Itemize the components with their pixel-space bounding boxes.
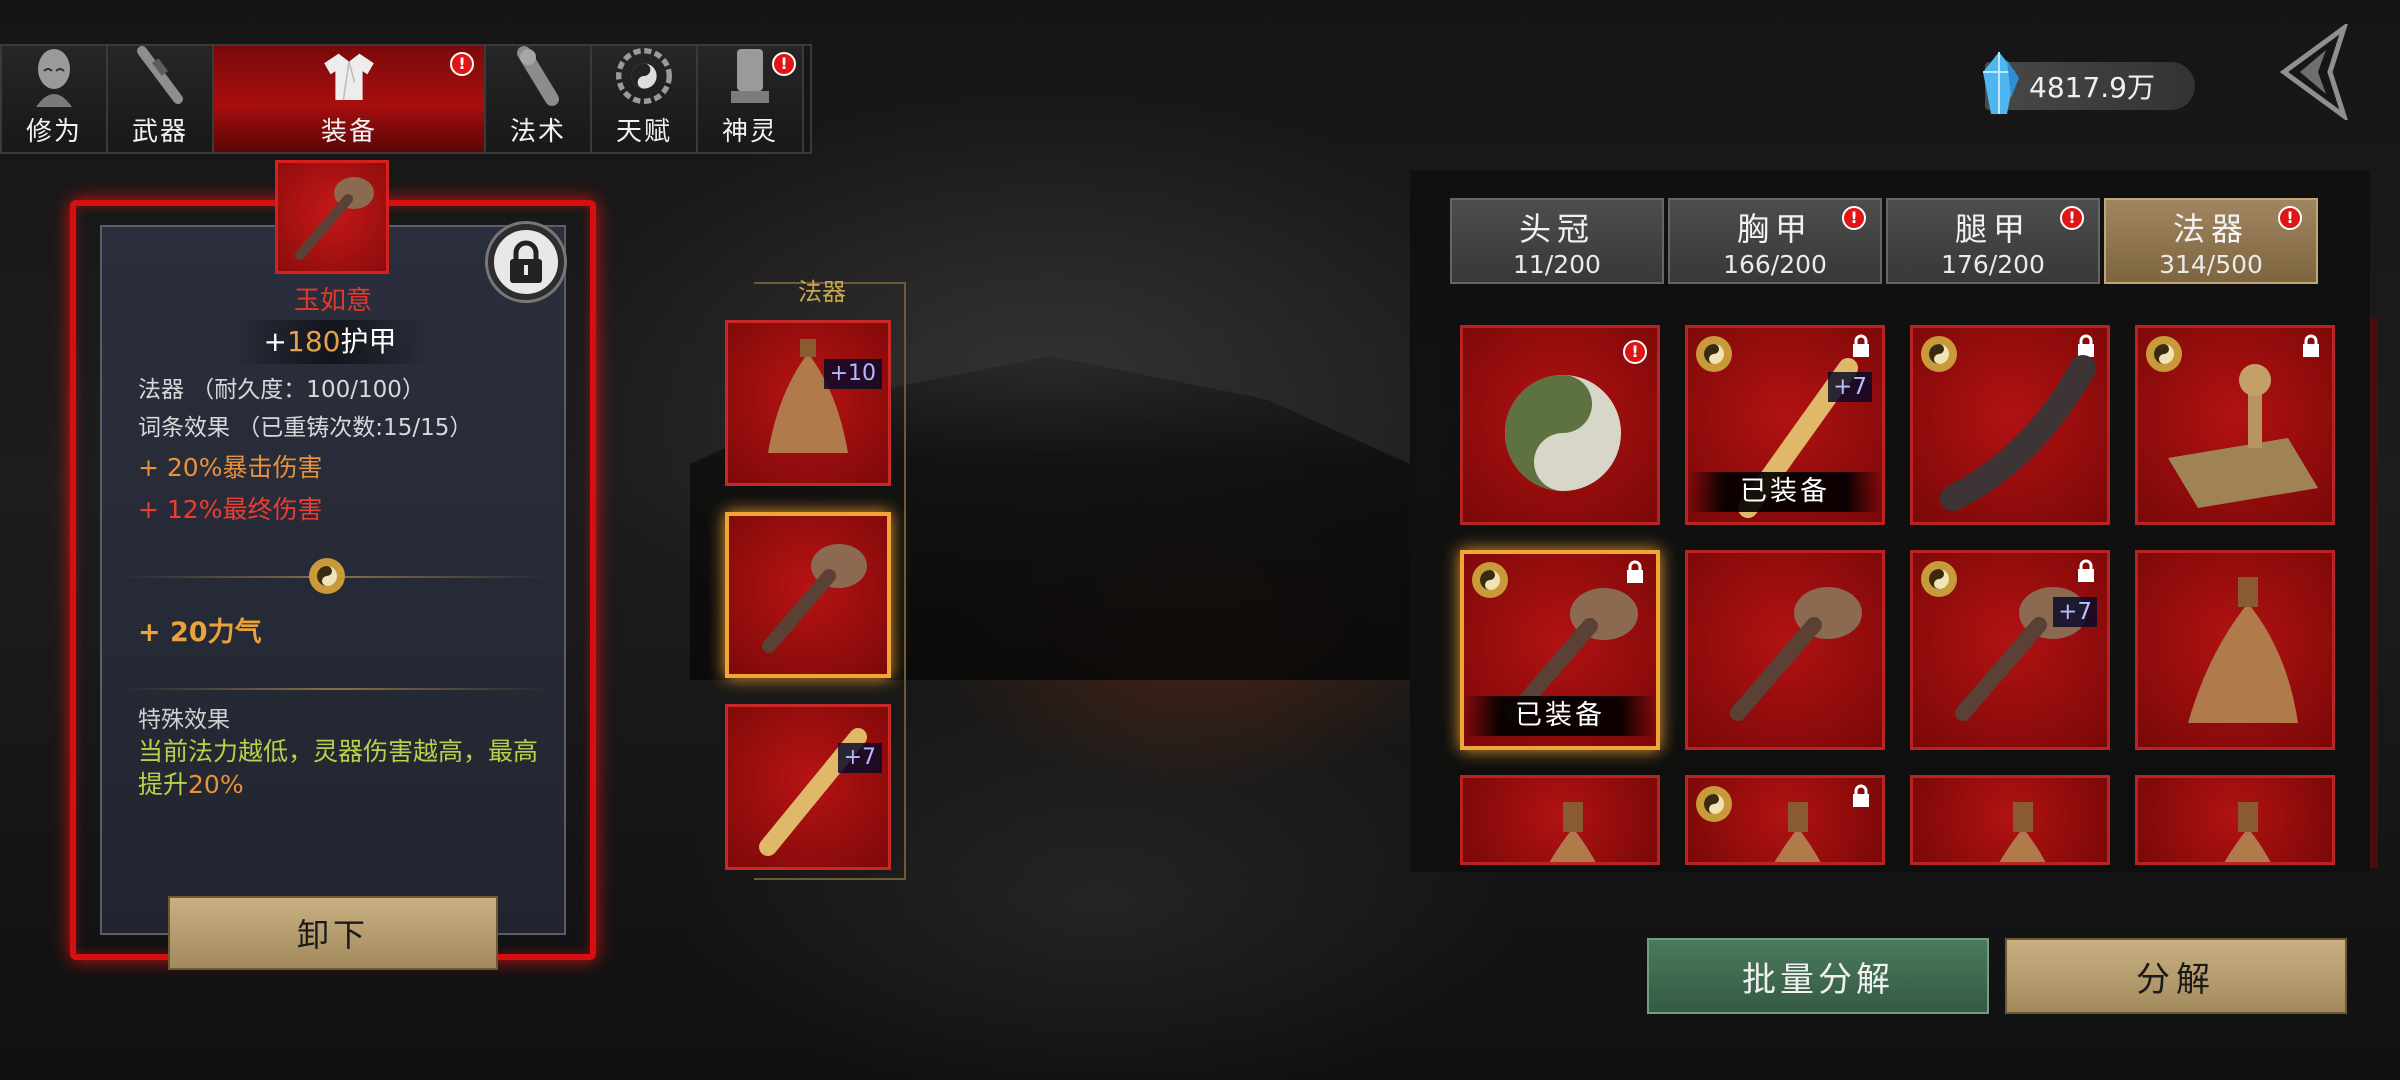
inventory-item[interactable]: +7 xyxy=(1910,550,2110,750)
tab-label: 修为 xyxy=(25,117,82,147)
special-effect-title: 特殊效果 xyxy=(138,707,230,733)
item-name: 玉如意 xyxy=(293,286,372,316)
category-tab-chest[interactable]: 胸甲 166/200 ! xyxy=(1668,198,1882,284)
divider xyxy=(120,688,550,690)
enhance-level: +10 xyxy=(823,359,882,389)
category-tab-artifact[interactable]: 法器 314/500 ! xyxy=(2104,198,2318,284)
notification-badge: ! xyxy=(2278,206,2302,230)
tab-label: 神灵 xyxy=(721,117,778,147)
category-name: 头冠 xyxy=(1518,209,1595,248)
bagua-icon xyxy=(616,45,672,107)
tab-weapon[interactable]: 武器 xyxy=(108,46,214,152)
wooden-sword-icon xyxy=(759,728,867,856)
category-name: 腿甲 xyxy=(1954,209,2031,248)
tab-label: 武器 xyxy=(131,117,188,147)
currency-display: 4817.9万 xyxy=(1983,52,2195,114)
ruyi-icon xyxy=(762,544,867,653)
item-thumbnail xyxy=(275,160,389,274)
notification-badge: ! xyxy=(1623,340,1647,364)
inventory-item[interactable]: ! xyxy=(1460,325,1660,525)
weapon-icon xyxy=(132,45,188,107)
spirit-tablet-icon xyxy=(722,45,778,107)
bell-icon xyxy=(1774,802,1821,862)
tab-cultivation[interactable]: 修为 xyxy=(2,46,108,152)
armor-value: 180 xyxy=(287,325,341,358)
enhance-level: +7 xyxy=(837,743,882,773)
ruyi-icon xyxy=(1955,587,2087,721)
seal-icon xyxy=(2168,364,2318,508)
enhance-level: +7 xyxy=(2053,597,2097,627)
inventory-item[interactable] xyxy=(2135,325,2335,525)
affix-crit-damage: + 20%暴击伤害 xyxy=(138,453,323,482)
inventory-item[interactable]: +7 已装备 xyxy=(1685,325,1885,525)
inventory-item[interactable] xyxy=(1910,775,2110,865)
inventory-item[interactable] xyxy=(2135,775,2335,865)
unequip-button[interactable]: 卸下 xyxy=(168,896,498,970)
inventory-item[interactable] xyxy=(1685,775,1885,865)
category-tab-helmet[interactable]: 头冠 11/200 xyxy=(1450,198,1664,284)
decompose-button[interactable]: 分解 xyxy=(2005,938,2347,1014)
equipped-tag: 已装备 xyxy=(1688,472,1882,512)
armor-stat: +180护甲 xyxy=(230,320,430,364)
tab-spells[interactable]: 法术 xyxy=(486,46,592,152)
special-effect-text: 当前法力越低，灵器伤害越高，最高提升20% xyxy=(138,735,538,801)
horn-icon xyxy=(1940,355,2096,511)
inventory-item[interactable] xyxy=(1685,550,1885,750)
equipped-tag: 已装备 xyxy=(1464,696,1656,736)
notification-badge: ! xyxy=(1842,206,1866,230)
tab-label: 法术 xyxy=(509,117,566,147)
currency-amount: 4817.9万 xyxy=(2029,71,2155,104)
back-icon[interactable] xyxy=(2270,24,2350,120)
taiji-coin-icon xyxy=(309,558,345,594)
ruyi-icon xyxy=(295,177,374,260)
notification-badge: ! xyxy=(2060,206,2084,230)
armor-plus: + xyxy=(263,325,287,358)
armor-label: 护甲 xyxy=(340,325,397,358)
top-tab-bar: 修为 武器 装备 ! 法术 天赋 神灵 ! xyxy=(0,44,812,154)
notification-badge: ! xyxy=(772,52,796,76)
tab-equipment[interactable]: 装备 ! xyxy=(214,46,486,152)
bell-icon xyxy=(2224,802,2271,862)
tab-label: 装备 xyxy=(320,117,377,147)
equip-slot-2[interactable] xyxy=(725,512,891,678)
notification-badge: ! xyxy=(450,52,474,76)
tab-talent[interactable]: 天赋 xyxy=(592,46,698,152)
strength-bonus: + 20力气 xyxy=(138,617,262,648)
category-name: 法器 xyxy=(2172,209,2249,248)
category-tab-legs[interactable]: 腿甲 176/200 ! xyxy=(1886,198,2100,284)
enhance-level: +7 xyxy=(1828,372,1872,402)
category-count: 176/200 xyxy=(1941,249,2045,279)
inventory-item[interactable] xyxy=(1460,775,1660,865)
batch-decompose-button[interactable]: 批量分解 xyxy=(1647,938,1989,1014)
ruyi-icon xyxy=(1730,587,1862,721)
affix-final-damage: + 12%最终伤害 xyxy=(138,495,323,524)
item-type-durability: 法器 （耐久度：100/100） xyxy=(138,377,425,403)
bell-icon xyxy=(768,339,848,453)
cultivation-head-icon xyxy=(26,45,82,107)
equip-slot-1[interactable]: +10 xyxy=(725,320,891,486)
slot-column-label: 法器 xyxy=(798,278,846,306)
equip-slot-3[interactable]: +7 xyxy=(725,704,891,870)
affix-header: 词条效果 （已重铸次数:15/15） xyxy=(138,415,473,441)
tab-spirits[interactable]: 神灵 ! xyxy=(698,46,804,152)
inventory-item[interactable] xyxy=(2135,550,2335,750)
inventory-item[interactable] xyxy=(1910,325,2110,525)
category-name: 胸甲 xyxy=(1736,209,1813,248)
spirit-crystal-icon xyxy=(1983,52,2019,114)
bell-icon xyxy=(1999,802,2046,862)
bell-icon xyxy=(1549,802,1596,862)
inventory-scrollbar[interactable] xyxy=(2370,318,2378,868)
inventory-item[interactable]: 已装备 xyxy=(1460,550,1660,750)
robe-icon xyxy=(321,45,377,107)
tab-label: 天赋 xyxy=(615,117,672,147)
gourd-icon xyxy=(510,45,566,107)
special-effect-pct: 20% xyxy=(188,770,244,799)
category-count: 166/200 xyxy=(1723,249,1827,279)
category-count: 11/200 xyxy=(1513,249,1601,279)
category-count: 314/500 xyxy=(2159,249,2263,279)
bell-icon xyxy=(2188,577,2298,723)
